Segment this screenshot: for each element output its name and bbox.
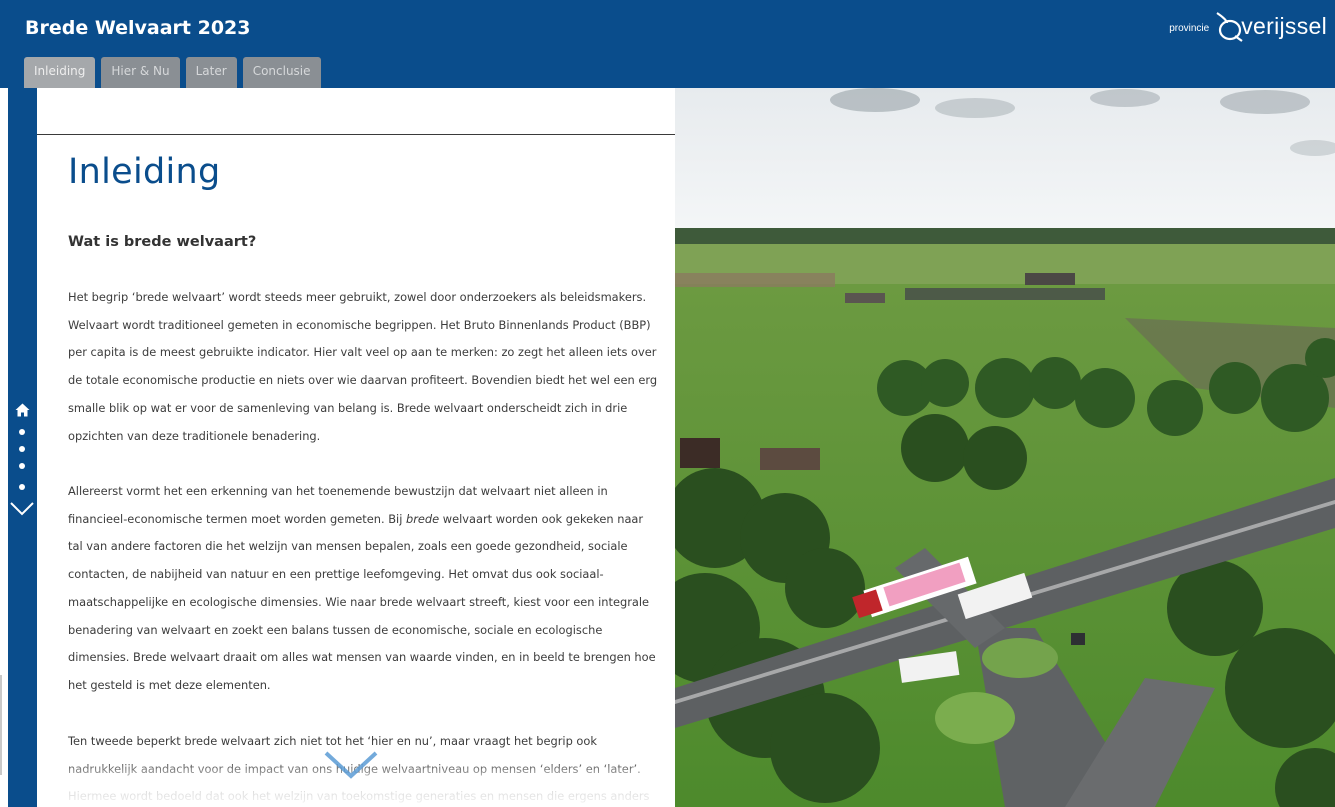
home-icon[interactable] [15, 403, 30, 417]
paragraph-2-end: welvaart worden ook gekeken naar tal van… [68, 511, 656, 692]
nav-dot-4[interactable] [19, 484, 25, 490]
divider [37, 134, 675, 135]
paragraph-2: Allereerst vormt het een erkenning van h… [68, 478, 658, 700]
nav-dot-1[interactable] [19, 429, 25, 435]
nav-dot-2[interactable] [19, 446, 25, 452]
header-bar: Brede Welvaart 2023 provincie verijssel … [0, 0, 1335, 88]
page-title: Inleiding [68, 152, 221, 192]
tab-inleiding[interactable]: Inleiding [24, 57, 96, 88]
section-nav-sidebar [8, 88, 37, 807]
paragraph-1: Het begrip ‘brede welvaart’ wordt steeds… [68, 290, 658, 443]
app-title: Brede Welvaart 2023 [25, 17, 251, 39]
tab-later[interactable]: Later [185, 57, 237, 88]
section-subheading: Wat is brede welvaart? [68, 234, 257, 250]
landscape-illustration [675, 88, 1335, 807]
content-panel[interactable]: Inleiding Wat is brede welvaart? Het beg… [37, 88, 675, 807]
aerial-road-landscape-photo [675, 88, 1335, 807]
logo-small-text: provincie [1169, 22, 1210, 34]
provincie-overijssel-logo[interactable]: provincie verijssel [1169, 6, 1327, 46]
divider [0, 675, 2, 775]
scroll-down-chevron-icon[interactable] [323, 750, 379, 780]
tab-conclusie[interactable]: Conclusie [242, 57, 321, 88]
nav-dot-3[interactable] [19, 463, 25, 469]
overijssel-o-icon [1216, 12, 1243, 42]
chevron-down-icon[interactable] [10, 502, 34, 516]
logo-large-text: verijssel [1241, 12, 1327, 39]
paragraph-2-emphasis: brede [406, 511, 440, 526]
tab-hier-nu[interactable]: Hier & Nu [101, 57, 180, 88]
tab-bar: Inleiding Hier & Nu Later Conclusie [24, 57, 321, 88]
